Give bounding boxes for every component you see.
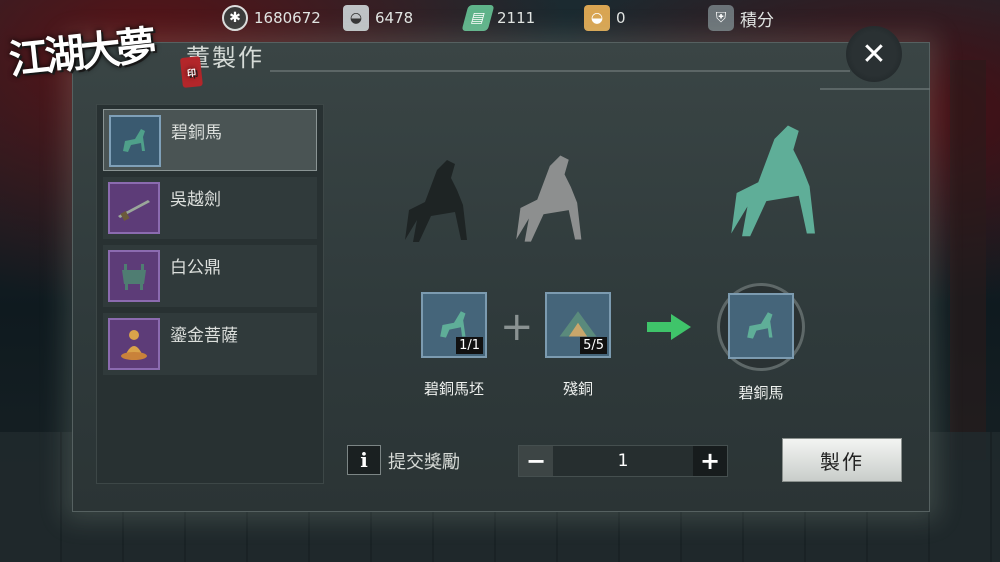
resource-silver[interactable]: ◒ 6478 (343, 0, 413, 36)
list-item-cauldron[interactable]: 白公鼎 (103, 245, 317, 307)
cauldron-thumb-icon (108, 250, 160, 302)
ingredient-label: 殘銅 (562, 380, 593, 398)
bronze-horse-output-icon (747, 312, 773, 339)
resource-jade-value: 2111 (497, 9, 536, 27)
quantity-stepper[interactable]: − 1 + (518, 445, 728, 477)
craft-item-list[interactable]: 碧銅馬 吳越劍 白公鼎 鎏金菩薩 (96, 104, 324, 484)
bronze-horse-thumb-icon (109, 115, 161, 167)
info-icon: i (360, 448, 368, 472)
shield-points-icon: ⛨ (708, 5, 734, 31)
quantity-minus-button[interactable]: − (519, 446, 553, 476)
resource-points-label: 積分 (740, 10, 774, 31)
ingredient-slot-scrap-bronze[interactable]: 5/5 (545, 292, 611, 358)
list-item-label: 碧銅馬 (171, 123, 222, 143)
resource-points[interactable]: ⛨ 積分 (708, 0, 774, 36)
logo-seal: 印 (179, 56, 203, 88)
resource-gold-value: 0 (616, 9, 626, 27)
resource-jade[interactable]: ▤ 2111 (461, 0, 536, 36)
gold-ingot-icon: ◒ (584, 5, 610, 31)
jade-ticket-icon: ▤ (461, 5, 495, 31)
list-item-label: 吳越劍 (170, 190, 221, 210)
silver-ingot-icon: ◒ (343, 5, 369, 31)
list-item-sword[interactable]: 吳越劍 (103, 177, 317, 239)
list-item-bronze-horse[interactable]: 碧銅馬 (103, 109, 317, 171)
plus-icon: + (500, 304, 534, 350)
close-button[interactable]: ✕ (846, 26, 902, 82)
output-label: 碧銅馬 (738, 384, 784, 402)
corner-divider (820, 88, 930, 90)
ingredient-slot-horse-blank[interactable]: 1/1 (421, 292, 487, 358)
arrow-right-icon (647, 314, 691, 340)
submit-reward-label: 提交獎勵 (388, 452, 460, 473)
horse-stage2-silhouette (516, 155, 582, 242)
craft-button[interactable]: 製作 (782, 438, 902, 482)
close-icon: ✕ (861, 36, 887, 72)
title-divider (270, 70, 850, 72)
quantity-plus-button[interactable]: + (693, 446, 727, 476)
list-item-label: 白公鼎 (170, 258, 221, 278)
ingredient-count: 1/1 (456, 337, 483, 354)
logo-text: 江湖大夢 (6, 22, 155, 84)
resource-film[interactable]: ✱ 1680672 (222, 0, 321, 36)
sword-thumb-icon (108, 182, 160, 234)
ingredient-label: 碧銅馬坯 (423, 380, 484, 398)
background-pillar (950, 60, 986, 460)
list-item-bodhisattva[interactable]: 鎏金菩薩 (103, 313, 317, 375)
film-reel-icon: ✱ (222, 5, 248, 31)
resource-silver-value: 6478 (375, 9, 414, 27)
resource-film-value: 1680672 (254, 9, 321, 27)
horse-final-preview (731, 125, 815, 237)
info-button[interactable]: i (347, 445, 381, 475)
buddha-thumb-icon (108, 318, 160, 370)
horse-stage1-silhouette (405, 160, 467, 242)
list-item-label: 鎏金菩薩 (170, 326, 238, 346)
output-slot-bronze-horse[interactable] (728, 293, 794, 359)
quantity-value[interactable]: 1 (559, 446, 687, 476)
resource-gold[interactable]: ◒ 0 (584, 0, 626, 36)
ingredient-count: 5/5 (580, 337, 607, 354)
